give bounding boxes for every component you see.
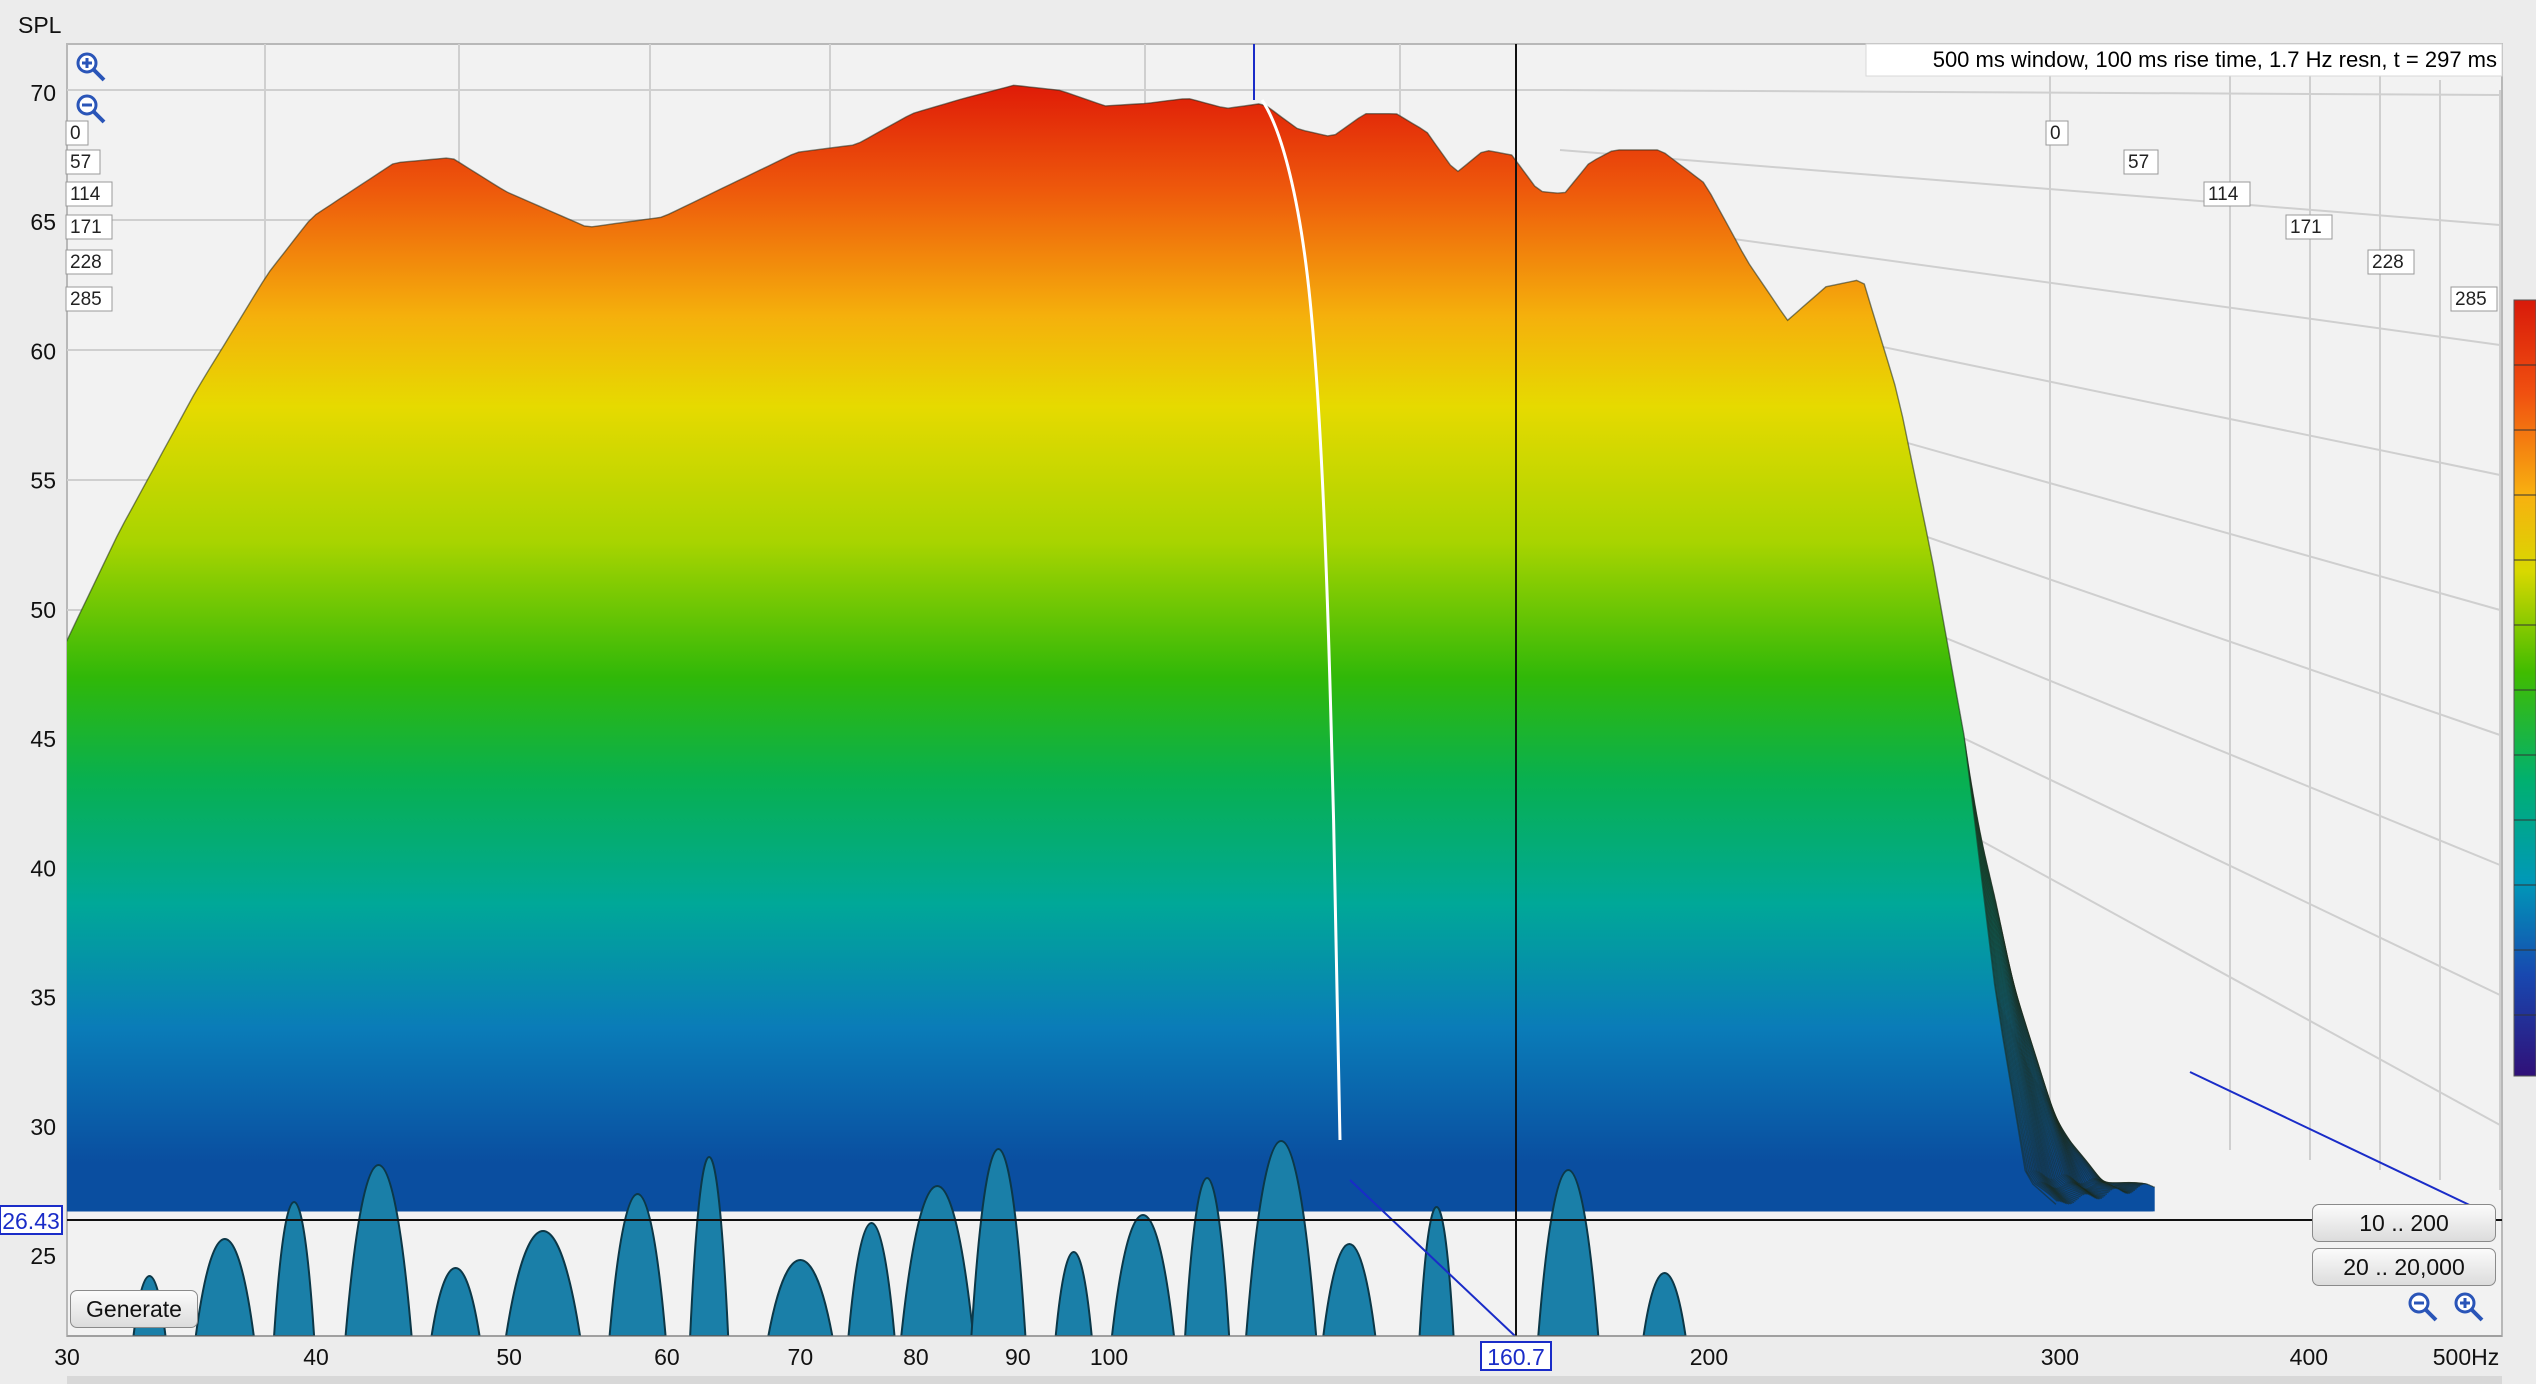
time-tick-label: 114: [70, 184, 101, 205]
y-axis-title: SPL: [18, 12, 62, 38]
info-box: 500 ms window, 100 ms rise time, 1.7 Hz …: [1865, 43, 2503, 77]
cursor-spl-readout: 26.43: [0, 1205, 63, 1235]
y-tick-label: 25: [30, 1243, 56, 1269]
x-tick-label: 80: [903, 1344, 929, 1370]
y-tick-label: 45: [30, 726, 56, 752]
time-tick-label: 114: [2208, 184, 2239, 205]
x-tick-label: 30: [54, 1344, 80, 1370]
y-tick-label: 60: [30, 338, 56, 364]
time-tick-label: 0: [2050, 123, 2061, 144]
time-tick-label: 228: [2372, 252, 2404, 273]
zoom-in-icon[interactable]: [74, 50, 108, 84]
x-tick-label: 50: [496, 1344, 522, 1370]
zoom-out-icon[interactable]: [74, 92, 108, 126]
time-tick-label: 0: [70, 123, 81, 144]
color-scale-bar: [2513, 299, 2536, 1077]
range-10-200-button[interactable]: 10 .. 200: [2312, 1204, 2496, 1242]
x-tick-label: 100: [1090, 1344, 1128, 1370]
svg-text:160.7: 160.7: [1487, 1344, 1545, 1370]
info-text: 500 ms window, 100 ms rise time, 1.7 Hz …: [1933, 47, 2497, 72]
y-tick-label: 40: [30, 855, 56, 881]
range-20-20000-button[interactable]: 20 .. 20,000: [2312, 1248, 2496, 1286]
time-zoom-out-icon[interactable]: [2406, 1290, 2440, 1324]
time-tick-label: 171: [70, 217, 102, 238]
x-tick-label: 90: [1005, 1344, 1031, 1370]
y-tick-label: 35: [30, 985, 56, 1011]
generate-button[interactable]: Generate: [70, 1290, 198, 1328]
time-tick-label: 57: [2128, 152, 2149, 173]
y-axis-ticks: 25 30 35 40 45 50 55 60 65 70: [30, 80, 56, 1269]
y-tick-label: 65: [30, 209, 56, 235]
x-tick-label: 500Hz: [2433, 1344, 2499, 1370]
time-zoom-in-icon[interactable]: [2452, 1290, 2486, 1324]
x-tick-label: 400: [2290, 1344, 2328, 1370]
y-tick-label: 30: [30, 1114, 56, 1140]
time-tick-label: 57: [70, 152, 91, 173]
waterfall-chart[interactable]: 0 57 114 171 228 285 0 57 114 171 228 285 500 ms w…: [0, 0, 2536, 1384]
y-tick-label: 70: [30, 80, 56, 106]
svg-text:26.43: 26.43: [2, 1208, 60, 1234]
time-tick-label: 285: [70, 289, 102, 310]
time-tick-label: 228: [70, 252, 102, 273]
x-tick-label: 300: [2041, 1344, 2079, 1370]
time-tick-label: 285: [2455, 289, 2487, 310]
horizontal-scrollbar[interactable]: [67, 1376, 2502, 1384]
cursor-freq-readout: 160.7: [1480, 1341, 1552, 1371]
y-tick-label: 55: [30, 468, 56, 494]
x-tick-label: 200: [1690, 1344, 1728, 1370]
x-tick-label: 40: [303, 1344, 329, 1370]
x-axis-ticks: 30 40 50 60 70 80 90 100 200 300 400 500Hz: [54, 1335, 2502, 1370]
x-tick-label: 70: [788, 1344, 814, 1370]
time-tick-label: 171: [2290, 217, 2322, 238]
y-tick-label: 50: [30, 597, 56, 623]
x-tick-label: 60: [654, 1344, 680, 1370]
